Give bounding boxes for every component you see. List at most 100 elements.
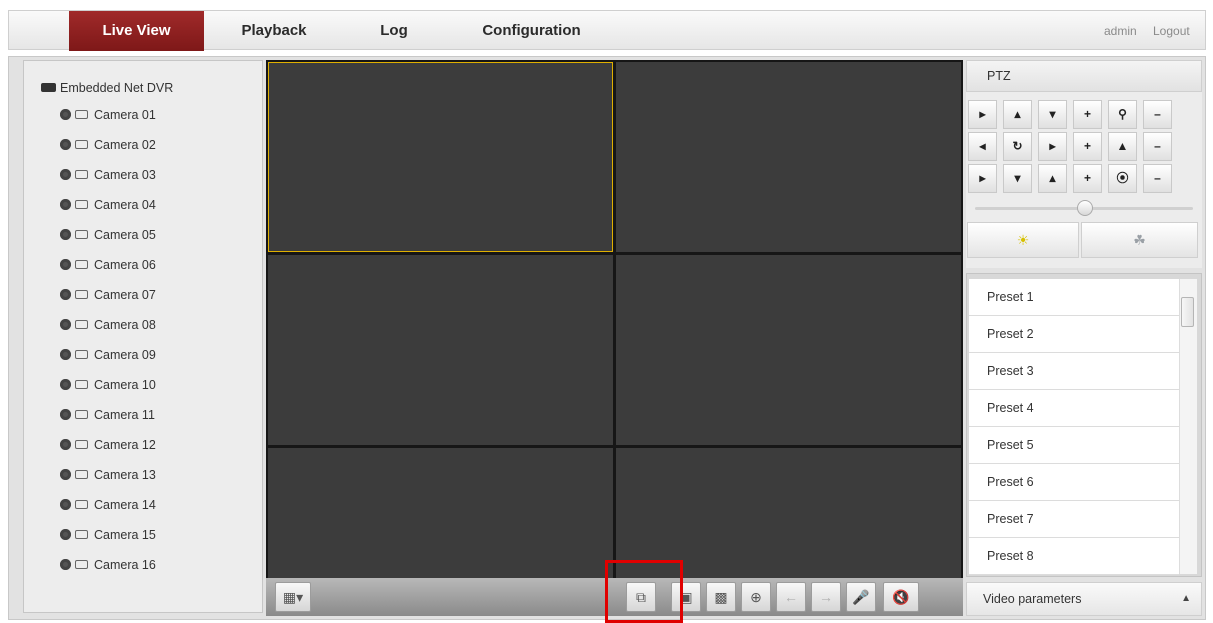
arrow-up-left-icon: ▸ (979, 107, 986, 121)
ptz-down-right-button[interactable]: ▴ (1038, 164, 1067, 193)
camera-status-icon (60, 559, 71, 571)
camera-status-icon (60, 319, 71, 331)
iris-icon-button[interactable]: ⦿ (1108, 164, 1137, 193)
camera-item[interactable]: Camera 09 (60, 345, 156, 365)
arrow-left-icon: ◂ (979, 139, 986, 153)
minus-icon: – (1154, 139, 1161, 153)
video-window-5[interactable] (268, 448, 613, 578)
preset-item[interactable]: Preset 7 (969, 501, 1179, 538)
camera-label: Camera 12 (94, 438, 156, 452)
focus-near-button[interactable]: + (1073, 132, 1102, 161)
minus-icon: – (1154, 171, 1161, 185)
camera-item[interactable]: Camera 07 (60, 285, 156, 305)
camera-status-icon (60, 409, 71, 421)
camera-status-icon (60, 499, 71, 511)
video-window-2[interactable] (616, 62, 961, 252)
wiper-button[interactable]: ☘ (1081, 222, 1198, 258)
tab-configuration[interactable]: Configuration (464, 11, 599, 51)
record-status-icon (75, 260, 88, 270)
camera-label: Camera 05 (94, 228, 156, 242)
camera-item[interactable]: Camera 14 (60, 495, 156, 515)
arrow-up-right-icon: ▾ (1049, 107, 1056, 121)
camera-status-icon (60, 229, 71, 241)
camera-item[interactable]: Camera 13 (60, 465, 156, 485)
zoom-icon-button[interactable]: ⚲ (1108, 100, 1137, 129)
camera-item[interactable]: Camera 10 (60, 375, 156, 395)
digital-zoom-button[interactable]: ⊕ (741, 582, 771, 612)
iris-open-button[interactable]: + (1073, 164, 1102, 193)
ptz-up-right-button[interactable]: ▾ (1038, 100, 1067, 129)
zoom-in-button[interactable]: + (1073, 100, 1102, 129)
zoom-lens-icon: ⚲ (1118, 107, 1127, 121)
preset-scrollbar-thumb[interactable] (1181, 297, 1194, 327)
camera-item[interactable]: Camera 06 (60, 255, 156, 275)
tab-live-view[interactable]: Live View (69, 11, 204, 51)
plus-icon: + (1083, 171, 1091, 185)
record-status-icon (75, 530, 88, 540)
audio-button[interactable]: 🔇 (883, 582, 919, 612)
previous-page-button[interactable]: ← (776, 582, 806, 612)
record-button[interactable]: ▩ (706, 582, 736, 612)
camera-item[interactable]: Camera 05 (60, 225, 156, 245)
video-window-6[interactable] (616, 448, 961, 578)
focus-far-button[interactable]: – (1143, 132, 1172, 161)
tree-root-label: Embedded Net DVR (60, 81, 174, 95)
window-layout-button[interactable]: ▦▾ (275, 582, 311, 612)
video-window-4[interactable] (616, 255, 961, 445)
chevron-up-icon: ▲ (1181, 593, 1191, 604)
ptz-up-button[interactable]: ▴ (1003, 100, 1032, 129)
camera-status-icon (60, 469, 71, 481)
camera-tree: Embedded Net DVR Camera 01 Camera 02 Camer… (23, 60, 263, 613)
camera-item[interactable]: Camera 08 (60, 315, 156, 335)
camera-status-icon (60, 199, 71, 211)
video-window-3[interactable] (268, 255, 613, 445)
ptz-header[interactable]: PTZ (966, 60, 1202, 92)
ptz-right-button[interactable]: ▸ (1038, 132, 1067, 161)
camera-item[interactable]: Camera 01 (60, 105, 156, 125)
camera-status-icon (60, 529, 71, 541)
zoom-out-button[interactable]: – (1143, 100, 1172, 129)
light-button[interactable]: ☀ (967, 222, 1079, 258)
video-window-1[interactable] (268, 62, 613, 252)
ptz-auto-button[interactable]: ↻ (1003, 132, 1032, 161)
focus-icon-button[interactable]: ▲ (1108, 132, 1137, 161)
preset-item[interactable]: Preset 2 (969, 316, 1179, 353)
camera-item[interactable]: Camera 04 (60, 195, 156, 215)
camera-item[interactable]: Camera 16 (60, 555, 156, 575)
video-parameters-bar[interactable]: Video parameters ▲ (966, 582, 1202, 616)
ptz-speed-slider[interactable] (1077, 200, 1093, 216)
ptz-down-left-button[interactable]: ▸ (968, 164, 997, 193)
tree-root[interactable]: Embedded Net DVR (41, 78, 173, 98)
top-nav: Live View Playback Log Configuration adm… (8, 10, 1206, 51)
camera-status-icon (60, 169, 71, 181)
camera-status-icon (60, 109, 71, 121)
ptz-left-button[interactable]: ◂ (968, 132, 997, 161)
camera-status-icon (60, 379, 71, 391)
tab-playback[interactable]: Playback (219, 11, 329, 51)
camera-item[interactable]: Camera 12 (60, 435, 156, 455)
preset-item[interactable]: Preset 8 (969, 538, 1179, 575)
record-status-icon (75, 560, 88, 570)
camera-item[interactable]: Camera 11 (60, 405, 155, 425)
preset-item[interactable]: Preset 3 (969, 353, 1179, 390)
camera-item[interactable]: Camera 02 (60, 135, 156, 155)
microphone-button[interactable]: 🎤 (846, 582, 876, 612)
record-status-icon (75, 410, 88, 420)
record-status-icon (75, 380, 88, 390)
preset-item[interactable]: Preset 6 (969, 464, 1179, 501)
camera-status-icon (60, 259, 71, 271)
tab-log[interactable]: Log (354, 11, 434, 51)
record-status-icon (75, 170, 88, 180)
ptz-up-left-button[interactable]: ▸ (968, 100, 997, 129)
iris-close-button[interactable]: – (1143, 164, 1172, 193)
camera-item[interactable]: Camera 15 (60, 525, 156, 545)
preset-item[interactable]: Preset 4 (969, 390, 1179, 427)
record-status-icon (75, 110, 88, 120)
camera-item[interactable]: Camera 03 (60, 165, 156, 185)
next-page-button[interactable]: → (811, 582, 841, 612)
preset-item[interactable]: Preset 5 (969, 427, 1179, 464)
camera-label: Camera 04 (94, 198, 156, 212)
logout-link[interactable]: Logout (1153, 11, 1190, 51)
ptz-down-button[interactable]: ▾ (1003, 164, 1032, 193)
preset-item[interactable]: Preset 1 (969, 279, 1179, 316)
